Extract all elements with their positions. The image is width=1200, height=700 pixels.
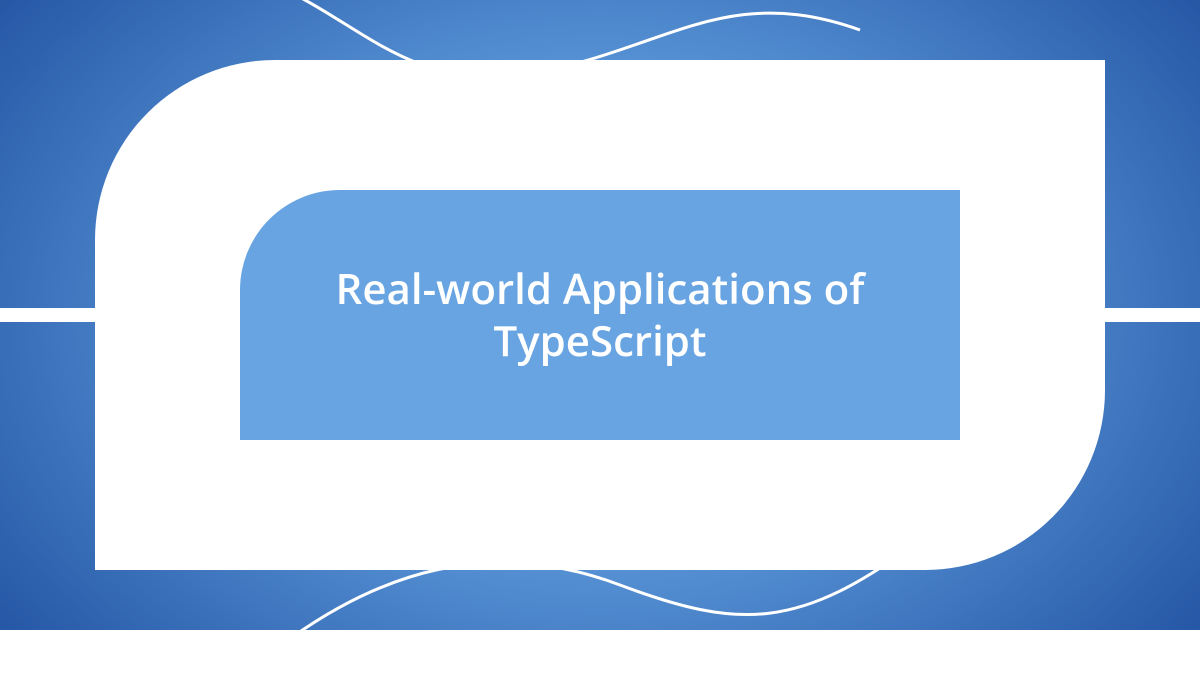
- inner-card: Real-world Applications of TypeScript: [240, 190, 960, 440]
- page-title: Real-world Applications of TypeScript: [280, 263, 920, 368]
- outer-card: Real-world Applications of TypeScript: [95, 60, 1105, 570]
